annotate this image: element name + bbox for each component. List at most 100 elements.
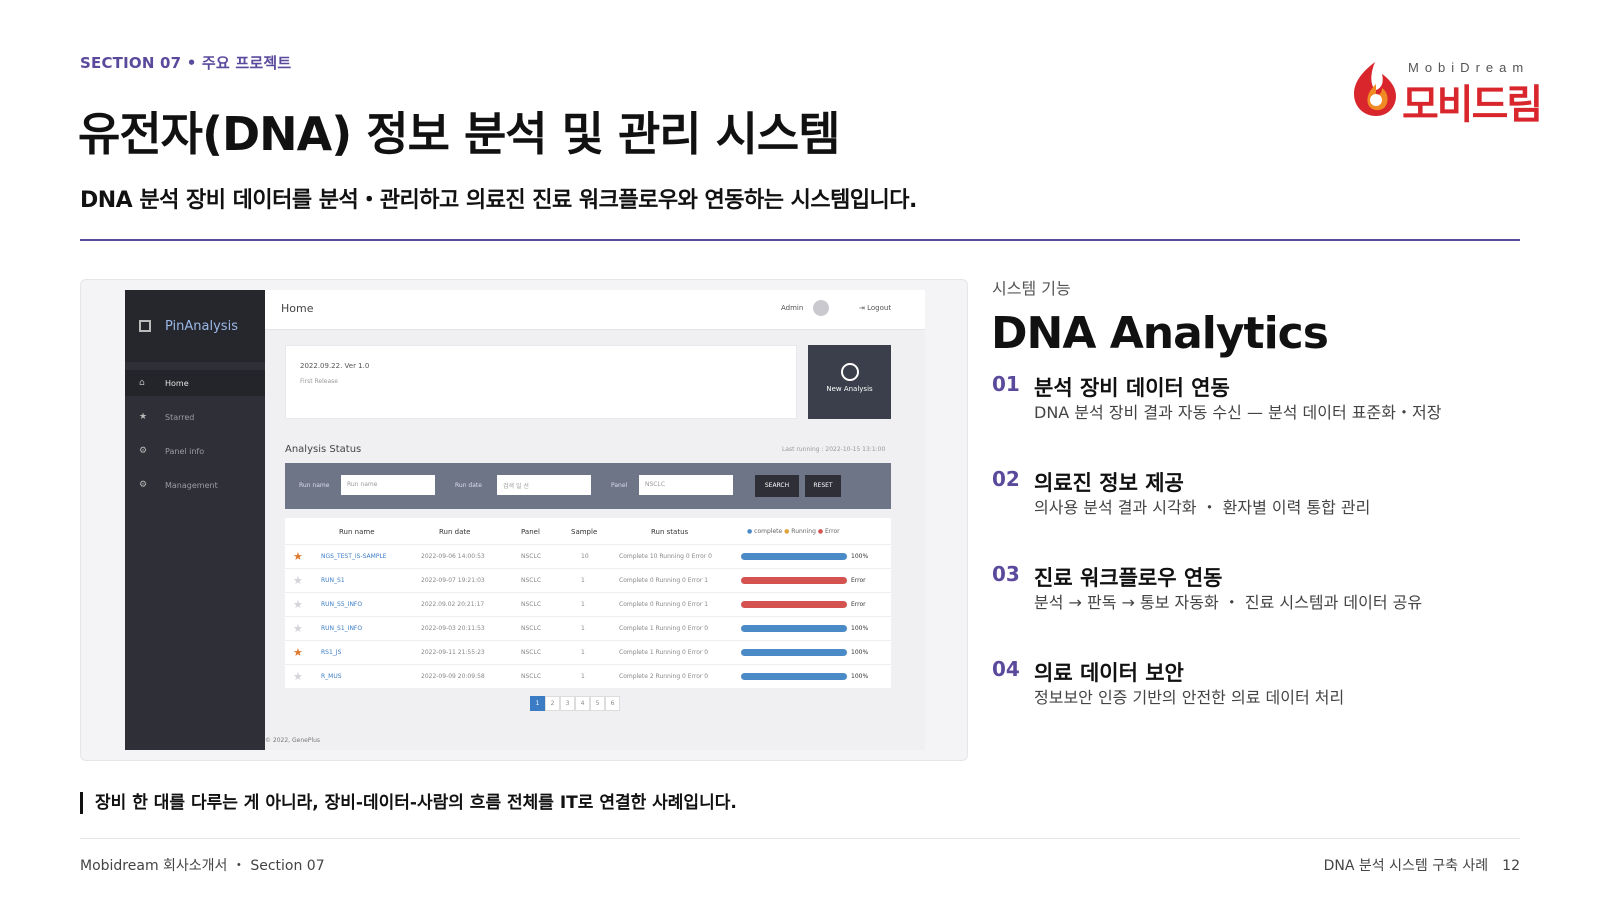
section-label: SECTION 07 • 주요 프로젝트: [80, 54, 292, 72]
star-icon: ★: [139, 412, 148, 422]
page-button[interactable]: 6: [605, 696, 620, 711]
sidebar-item-home[interactable]: ⌂ Home: [125, 370, 265, 396]
page-button[interactable]: 3: [560, 696, 575, 711]
cell-panel: NSCLC: [521, 649, 542, 656]
star-icon[interactable]: ★: [293, 598, 303, 611]
avatar[interactable]: [813, 300, 829, 316]
star-icon[interactable]: ★: [293, 646, 303, 659]
status-percent: 100%: [851, 553, 869, 560]
col-header[interactable]: Run status: [651, 528, 688, 536]
search-icon: [840, 363, 859, 381]
run-name-input[interactable]: Run name: [341, 475, 435, 495]
cell-panel: NSCLC: [521, 625, 542, 632]
star-icon[interactable]: ★: [293, 670, 303, 683]
cell-sample: 1: [581, 649, 585, 656]
summary-quote: 장비 한 대를 다루는 게 아니라, 장비-데이터-사람의 흐름 전체를 IT로…: [80, 792, 737, 814]
new-analysis-label: New Analysis: [826, 385, 873, 393]
last-running: Last running : 2022-10-15 13:1:00: [782, 446, 886, 453]
cell-name[interactable]: R_MUS: [321, 673, 342, 680]
cell-date: 2022.09.02 20:21:17: [421, 601, 485, 608]
feature-number: 01: [992, 372, 1020, 396]
menu-icon[interactable]: [139, 320, 151, 332]
pagination: 123456: [530, 696, 620, 711]
cell-panel: NSCLC: [521, 601, 542, 608]
feature-number: 04: [992, 657, 1020, 681]
page-button[interactable]: 4: [575, 696, 590, 711]
cell-date: 2022-09-11 21:55:23: [421, 649, 485, 656]
sidebar-item-label: Management: [165, 480, 218, 490]
app-brand[interactable]: PinAnalysis: [125, 290, 265, 362]
cell-date: 2022-09-03 20:11:53: [421, 625, 485, 632]
status-progress-bar: [741, 577, 847, 584]
cell-sample: 1: [581, 577, 585, 584]
cell-name[interactable]: RS1_JS: [321, 649, 341, 656]
logo-wordmark: 모비드림: [1402, 82, 1543, 128]
legend-error: Error: [824, 528, 840, 535]
cell-date: 2022-09-07 19:21:03: [421, 577, 485, 584]
cell-name[interactable]: RUN_S1_INFO: [321, 625, 362, 632]
cell-name[interactable]: RUN_S5_INFO: [321, 601, 362, 608]
status-percent: Error: [851, 577, 866, 584]
status-percent: Error: [851, 601, 866, 608]
page-button[interactable]: 2: [545, 696, 560, 711]
status-progress-bar: [741, 553, 847, 560]
page-title: 유전자(DNA) 정보 분석 및 관리 시스템: [78, 107, 841, 161]
sidebar-item-starred[interactable]: ★ Starred: [125, 404, 265, 430]
sidebar-item-panel-info[interactable]: ⚙ Panel info: [125, 438, 265, 464]
page-number: 12: [1502, 858, 1520, 874]
logout-icon: ⇥: [859, 304, 868, 312]
col-header[interactable]: Run date: [439, 528, 470, 536]
feature-title: 분석 장비 데이터 연동: [1034, 376, 1230, 400]
cell-status: Complete 0 Running 0 Error 1: [619, 577, 709, 584]
sidebar-item-label: Panel info: [165, 446, 205, 456]
sidebar-item-label: Home: [165, 378, 189, 388]
features-title: DNA Analytics: [991, 308, 1329, 359]
feature-description: DNA 분석 장비 결과 자동 수신 — 분석 데이터 표준화・저장: [1034, 403, 1442, 422]
table-row[interactable]: ★ NGS_TEST_IS-SAMPLE 2022-09-06 14:00:53 NS…: [285, 544, 891, 568]
table-row[interactable]: ★ RUN_S1_INFO 2022-09-03 20:11:53 NSCLC 1 Com…: [285, 616, 891, 640]
run-name-label: Run name: [299, 482, 330, 489]
star-icon[interactable]: ★: [293, 550, 303, 563]
cell-sample: 1: [581, 625, 585, 632]
sidebar-item-management[interactable]: ⚙ Management: [125, 472, 265, 498]
col-header[interactable]: Panel: [521, 528, 540, 536]
page-button[interactable]: 1: [530, 696, 545, 711]
table-row[interactable]: ★ RS1_JS 2022-09-11 21:55:23 NSCLC 1 Complete…: [285, 640, 891, 664]
status-percent: 100%: [851, 625, 869, 632]
footer-right: DNA 분석 시스템 구축 사례 12: [1324, 855, 1520, 875]
panel-select[interactable]: NSCLC: [639, 475, 733, 495]
gear-icon: ⚙: [139, 446, 148, 456]
cell-name[interactable]: RUN_S1: [321, 577, 345, 584]
cell-panel: NSCLC: [521, 577, 542, 584]
company-logo: MobiDream 모비드림: [1348, 56, 1564, 128]
home-icon: ⌂: [139, 378, 145, 388]
status-legend: ● complete ● Running ● Error: [747, 528, 840, 535]
feature-title: 의료진 정보 제공: [1034, 471, 1184, 495]
col-header[interactable]: Sample: [571, 528, 597, 536]
search-button[interactable]: SEARCH: [755, 475, 799, 497]
table-row[interactable]: ★ R_MUS 2022-09-09 20:09:58 NSCLC 1 Complete …: [285, 664, 891, 688]
status-percent: 100%: [851, 649, 869, 656]
cell-status: Complete 2 Running 0 Error 0: [619, 673, 709, 680]
reset-button[interactable]: RESET: [805, 475, 841, 497]
col-header[interactable]: Run name: [339, 528, 375, 536]
legend-complete: complete: [754, 528, 783, 535]
cell-status: Complete 1 Running 0 Error 0: [619, 649, 709, 656]
status-percent: 100%: [851, 673, 869, 680]
cell-panel: NSCLC: [521, 673, 542, 680]
footer-doc-title: DNA 분석 시스템 구축 사례: [1323, 858, 1489, 874]
status-progress-bar: [741, 601, 847, 608]
star-icon[interactable]: ★: [293, 574, 303, 587]
cell-name[interactable]: NGS_TEST_IS-SAMPLE: [321, 553, 387, 560]
app-brand-label: PinAnalysis: [165, 318, 238, 334]
cell-status: Complete 1 Running 0 Error 0: [619, 625, 709, 632]
logout-button[interactable]: ⇥ Logout: [859, 304, 891, 312]
table-row[interactable]: ★ RUN_S5_INFO 2022.09.02 20:21:17 NSCLC 1 Com…: [285, 592, 891, 616]
new-analysis-button[interactable]: New Analysis: [808, 345, 891, 419]
panel-label: Panel: [611, 482, 628, 489]
run-date-input[interactable]: 검색 일 선: [497, 475, 591, 495]
cell-status: Complete 10 Running 0 Error 0: [619, 553, 712, 560]
star-icon[interactable]: ★: [293, 622, 303, 635]
table-row[interactable]: ★ RUN_S1 2022-09-07 19:21:03 NSCLC 1 Complete…: [285, 568, 891, 592]
page-button[interactable]: 5: [590, 696, 605, 711]
